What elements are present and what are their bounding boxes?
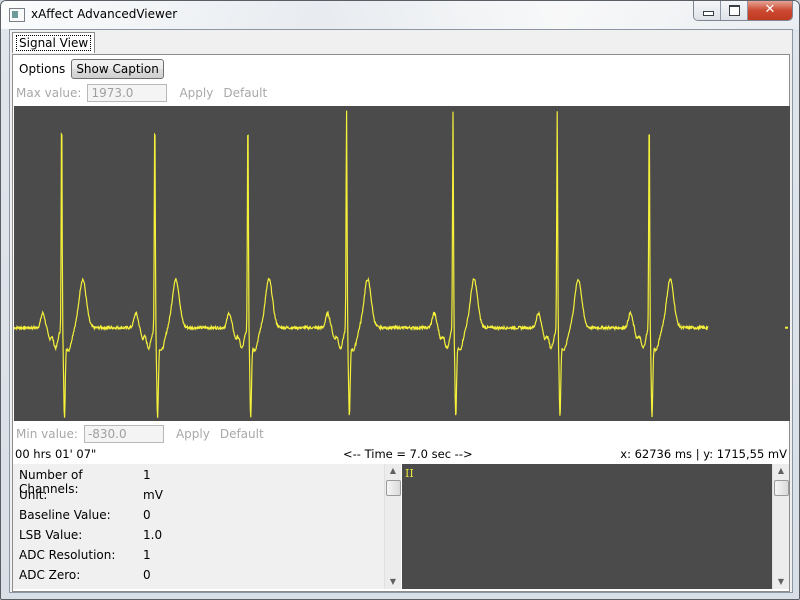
max-apply-button[interactable]: Apply <box>179 86 213 100</box>
info-key: Baseline Value: <box>19 508 111 522</box>
info-value: 1 <box>143 468 151 482</box>
options-toolbar: Options Show Caption <box>19 58 164 80</box>
minimize-button[interactable] <box>694 1 721 20</box>
status-row: 00 hrs 01' 07" <-- Time = 7.0 sec --> x:… <box>13 447 789 463</box>
signal-info-panel: Number of Channels: 1 Unit: mV Baseline … <box>13 464 401 589</box>
min-value-input[interactable] <box>83 425 164 443</box>
client-area: Signal View Options Show Caption Max val… <box>9 29 793 593</box>
show-caption-button[interactable]: Show Caption <box>71 59 164 79</box>
info-key: ADC Zero: <box>19 568 81 582</box>
info-key: ADC Resolution: <box>19 548 116 562</box>
app-window: xAffect AdvancedViewer ✕ Signal View Opt… <box>0 0 800 600</box>
elapsed-time: 00 hrs 01' 07" <box>15 447 97 461</box>
info-value: 1.0 <box>143 528 163 542</box>
min-default-button[interactable]: Default <box>220 427 264 441</box>
info-row: LSB Value: 1.0 <box>19 528 162 548</box>
info-value: mV <box>143 488 163 502</box>
caption-buttons: ✕ <box>693 1 793 21</box>
channel-panel: II <box>402 464 772 589</box>
scroll-down-icon[interactable]: ▼ <box>773 575 789 589</box>
scroll-up-icon[interactable]: ▲ <box>773 464 789 478</box>
info-key: LSB Value: <box>19 528 83 542</box>
ecg-chart <box>14 110 788 418</box>
ecg-signal-line <box>14 110 709 418</box>
channel-label: II <box>405 467 414 480</box>
signal-view-page: Options Show Caption Max value: Apply De… <box>12 54 790 592</box>
title-bar[interactable]: xAffect AdvancedViewer ✕ <box>1 1 799 29</box>
options-label: Options <box>19 62 66 76</box>
max-default-button[interactable]: Default <box>223 86 267 100</box>
close-icon: ✕ <box>764 2 776 17</box>
min-apply-button[interactable]: Apply <box>176 427 210 441</box>
signal-plot[interactable] <box>14 106 790 421</box>
max-value-row: Max value: Apply Default <box>16 82 267 104</box>
info-scrollbar[interactable]: ▲ ▼ <box>384 464 401 589</box>
info-value: 0 <box>143 508 151 522</box>
info-row: Unit: mV <box>19 488 163 508</box>
close-button[interactable]: ✕ <box>748 1 792 20</box>
minimize-icon <box>703 11 714 16</box>
info-row: Number of Channels: 1 <box>19 468 151 496</box>
tab-label: Signal View <box>15 35 92 51</box>
scroll-down-icon[interactable]: ▼ <box>385 575 401 589</box>
info-row: Baseline Value: 0 <box>19 508 151 528</box>
info-key: Unit: <box>19 488 48 502</box>
info-value: 1 <box>143 548 151 562</box>
window-title: xAffect AdvancedViewer <box>31 7 178 21</box>
app-icon[interactable] <box>9 8 25 22</box>
cursor-readout: x: 62736 ms | y: 1715,55 mV <box>620 447 787 461</box>
min-value-row: Min value: Apply Default <box>16 423 264 445</box>
channel-scrollbar[interactable]: ▲ ▼ <box>772 464 789 589</box>
tab-bar: Signal View <box>10 30 792 55</box>
maximize-button[interactable] <box>721 1 748 20</box>
info-row: ADC Resolution: 1 <box>19 548 151 568</box>
info-row: ADC Zero: 0 <box>19 568 151 588</box>
maximize-icon <box>729 5 740 16</box>
info-key: Number of Channels: <box>19 468 83 496</box>
signal-cursor-dot <box>785 326 788 329</box>
time-window: <-- Time = 7.0 sec --> <box>343 447 473 461</box>
scroll-thumb[interactable] <box>774 480 789 496</box>
tab-signal-view[interactable]: Signal View <box>12 32 96 53</box>
max-value-input[interactable] <box>87 84 168 102</box>
max-value-label: Max value: <box>16 86 82 100</box>
scroll-thumb[interactable] <box>386 480 401 496</box>
info-value: 0 <box>143 568 151 582</box>
min-value-label: Min value: <box>16 427 78 441</box>
scroll-up-icon[interactable]: ▲ <box>385 464 401 478</box>
